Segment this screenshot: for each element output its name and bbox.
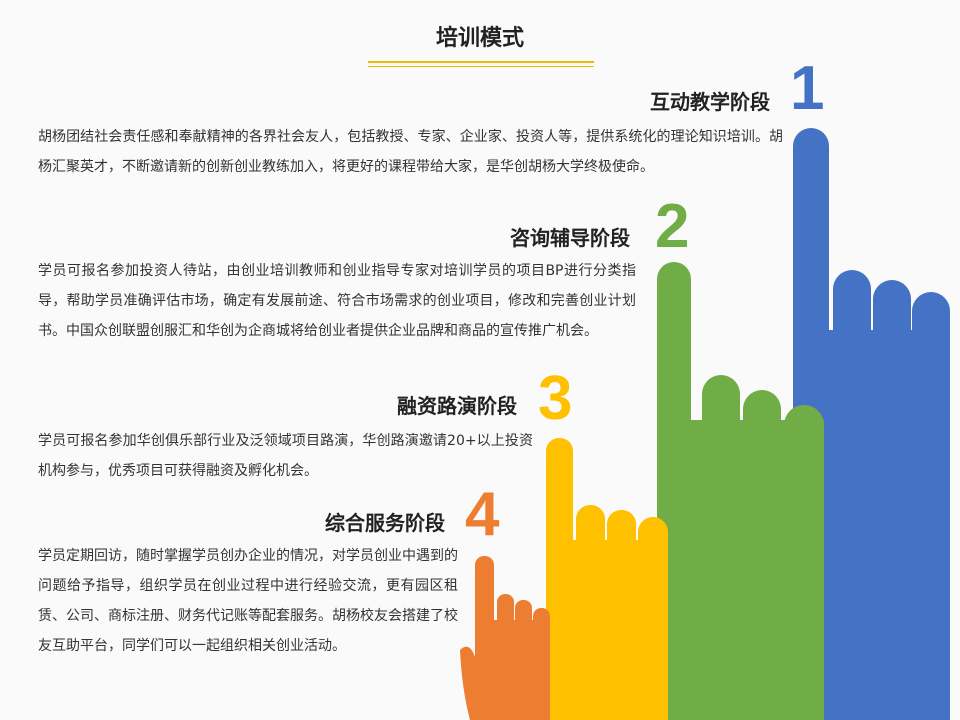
stage-1-heading: 互动教学阶段 — [650, 90, 770, 114]
stage-2-number: 2 — [655, 192, 690, 261]
stage-4-number: 4 — [465, 480, 500, 549]
stage-1-text: 胡杨团结社会责任感和奉献精神的各界社会友人，包括教授、专家、企业家、投资人等，提… — [38, 129, 783, 175]
title-underline-thin — [368, 66, 594, 67]
stage-4-heading: 综合服务阶段 — [325, 511, 445, 535]
stage-4-text: 学员定期回访，随时掌握学员创办企业的情况，对学员创业中遇到的问题给予指导，组织学… — [38, 548, 458, 654]
stage-3-number: 3 — [538, 364, 573, 433]
stage-2-text: 学员可报名参加投资人待站，由创业培训教师和创业指导专家对培训学员的项目BP进行分… — [38, 263, 636, 339]
page-title: 培训模式 — [435, 26, 524, 51]
stage-2-heading: 咨询辅导阶段 — [510, 226, 630, 250]
stage-1-number: 1 — [790, 54, 825, 123]
yellow-hand-icon — [546, 438, 668, 720]
orange-hand-icon — [460, 556, 550, 720]
stage-3-text: 学员可报名参加华创俱乐部行业及泛领域项目路演，华创路演邀请20+以上投资机构参与… — [38, 433, 533, 479]
stage-3-heading: 融资路演阶段 — [397, 394, 517, 418]
title-underline — [368, 61, 594, 63]
